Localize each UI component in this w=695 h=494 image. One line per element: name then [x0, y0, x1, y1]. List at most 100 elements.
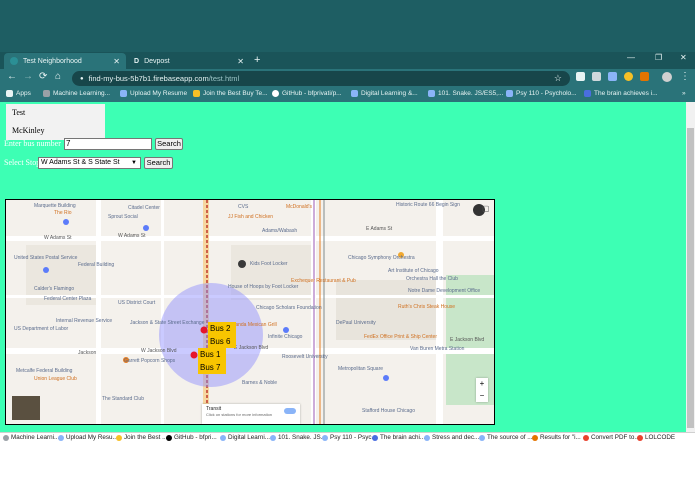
bus-search-button[interactable]: Search [155, 138, 183, 150]
taskbar-favicon [3, 434, 9, 441]
bookmark-apps[interactable]: Apps [6, 90, 31, 97]
extension-icon[interactable] [640, 72, 649, 81]
extension-icon[interactable] [592, 72, 601, 81]
poi-marker[interactable] [43, 267, 49, 273]
forward-button[interactable]: → [23, 71, 33, 82]
globe-icon [10, 57, 18, 65]
map-label: Stafford House Chicago [362, 408, 415, 414]
minimize-button[interactable]: — [627, 53, 635, 62]
new-tab-button[interactable]: + [254, 54, 260, 66]
taskbar-item[interactable]: Convert PDF to... [583, 434, 640, 441]
stop-select[interactable]: W Adams St & S State St ▼ [38, 157, 141, 169]
restore-button[interactable]: ❐ [655, 53, 662, 62]
tab-devpost[interactable]: D Devpost ✕ [128, 53, 250, 69]
map-label: House of Hoops by Foot Locker [228, 284, 299, 290]
poi-marker[interactable] [238, 260, 246, 268]
map-label: Citadel Center [128, 205, 160, 211]
map-label: Metropolitan Square [338, 366, 384, 372]
github-icon [166, 434, 172, 441]
map-label: Chicago Scholars Foundation [256, 305, 322, 311]
bus-label[interactable]: Bus 1 [198, 348, 226, 361]
scrollbar-thumb[interactable] [687, 128, 694, 428]
bus-label[interactable]: Bus 7 [198, 361, 226, 374]
bookmark-item[interactable]: GitHub - bfpriva​ti/p... [272, 90, 342, 97]
taskbar-item[interactable]: Join the Best ... [116, 434, 167, 441]
map-label: Van Buren Metra Station [410, 346, 465, 352]
zoom-out-button[interactable]: − [476, 390, 488, 402]
street-label: E Jackson Blvd [234, 345, 269, 351]
stop-search-button[interactable]: Search [144, 157, 173, 169]
close-tab-icon[interactable]: ✕ [237, 57, 244, 66]
taskbar-item[interactable]: The brain achi... [372, 434, 425, 441]
taskbar-item[interactable]: Psy 110 - Psyc... [322, 434, 377, 441]
taskbar-item[interactable]: LOLCODE [637, 434, 675, 441]
bookmark-item[interactable]: Machine Learning... [43, 90, 110, 97]
taskbar-item[interactable]: 101. Snake. JS... [270, 434, 326, 441]
close-window-button[interactable]: ✕ [680, 53, 687, 62]
bus-stop-marker[interactable] [190, 351, 198, 359]
tab-title: Test Neighborhood [23, 57, 82, 65]
taskbar-item[interactable]: Machine Learni... [3, 434, 59, 441]
bus-list-item[interactable]: Test [12, 108, 25, 117]
taskbar-item[interactable]: GitHub - bfpri... [166, 434, 217, 441]
city-block [231, 245, 311, 300]
bookmarks-overflow-button[interactable]: » [682, 90, 686, 97]
profile-avatar[interactable] [662, 72, 672, 82]
taskbar-item[interactable]: The source of ... [479, 434, 533, 441]
url-path: /test.html [208, 74, 240, 83]
back-button[interactable]: ← [7, 71, 17, 82]
map-label: The Standard Club [102, 396, 144, 402]
bookmark-favicon [506, 90, 513, 97]
devpost-icon: D [134, 57, 140, 65]
map-label: Calder's Flamingo [34, 286, 75, 292]
extension-icon[interactable] [608, 72, 617, 81]
street-label: W Adams St [44, 235, 72, 241]
map-label: US District Court [118, 300, 156, 306]
bookmark-item[interactable]: Psy 110 - Psycholo... [506, 90, 577, 97]
street-michigan [436, 200, 443, 424]
menu-icon[interactable]: ⋮ [680, 71, 690, 82]
taskbar-item[interactable]: Stress and dec... [424, 434, 479, 441]
extension-icon[interactable] [624, 72, 633, 81]
poi-marker[interactable] [63, 219, 69, 225]
tab-test-neighborhood[interactable]: Test Neighborhood ✕ [4, 53, 126, 69]
map[interactable]: Marquette Building The Rio Sprout Social… [5, 199, 495, 425]
bus-number-label: Enter bus number [4, 139, 61, 148]
bus-number-input[interactable]: 7 [64, 138, 152, 150]
bookmark-item[interactable]: Upload My Resume [120, 90, 187, 97]
bookmark-item[interactable]: Join the Best Buy Te... [193, 90, 268, 97]
bookmark-star-icon[interactable]: ☆ [554, 73, 562, 84]
close-tab-icon[interactable]: ✕ [113, 57, 120, 66]
street-view-thumbnail[interactable] [12, 396, 40, 420]
map-label: Exchequer Restaurant & Pub [291, 278, 356, 284]
address-bar[interactable]: ● find-my-bus-5b7b1.firebaseapp.com/test… [72, 71, 570, 86]
bookmark-item[interactable]: 101. Snake. JS/ES5,... [428, 90, 503, 97]
url-host: find-my-bus-5b7b1.firebaseapp.com [88, 74, 209, 83]
bus-label[interactable]: Bus 6 [208, 335, 236, 348]
taskbar-item[interactable]: Results for "i... [532, 434, 581, 441]
reload-button[interactable]: ⟳ [39, 71, 47, 82]
taskbar-favicon [424, 434, 430, 441]
home-button[interactable]: ⌂ [55, 71, 61, 82]
taskbar-item[interactable]: Upload My Resu... [58, 434, 118, 441]
bus-list-item[interactable]: McKinley [12, 126, 44, 135]
poi-marker[interactable] [283, 327, 289, 333]
taskbar-item[interactable]: Digital Learni... [220, 434, 270, 441]
fullscreen-icon[interactable]: ▢ [482, 204, 490, 213]
select-stop-label: Select Stop [4, 158, 41, 167]
map-label: Roosevelt University [282, 354, 328, 360]
map-label: Chicago Symphony Orchestra [348, 255, 415, 261]
transit-toggle[interactable] [284, 408, 296, 414]
poi-marker[interactable] [383, 375, 389, 381]
bus-stop-marker[interactable] [200, 326, 208, 334]
bookmark-item[interactable]: Digital Learning &... [351, 90, 418, 97]
poi-marker[interactable] [143, 225, 149, 231]
map-label: CVS [238, 204, 249, 210]
taskbar-favicon [637, 434, 643, 441]
github-icon [272, 90, 279, 97]
zoom-in-button[interactable]: + [476, 378, 488, 390]
bus-label[interactable]: Bus 2 [208, 322, 236, 335]
extension-icon[interactable] [576, 72, 585, 81]
bookmark-item[interactable]: The brain achieves i... [584, 90, 658, 97]
transit-panel: Transit Click on stations for more infor… [202, 404, 300, 424]
